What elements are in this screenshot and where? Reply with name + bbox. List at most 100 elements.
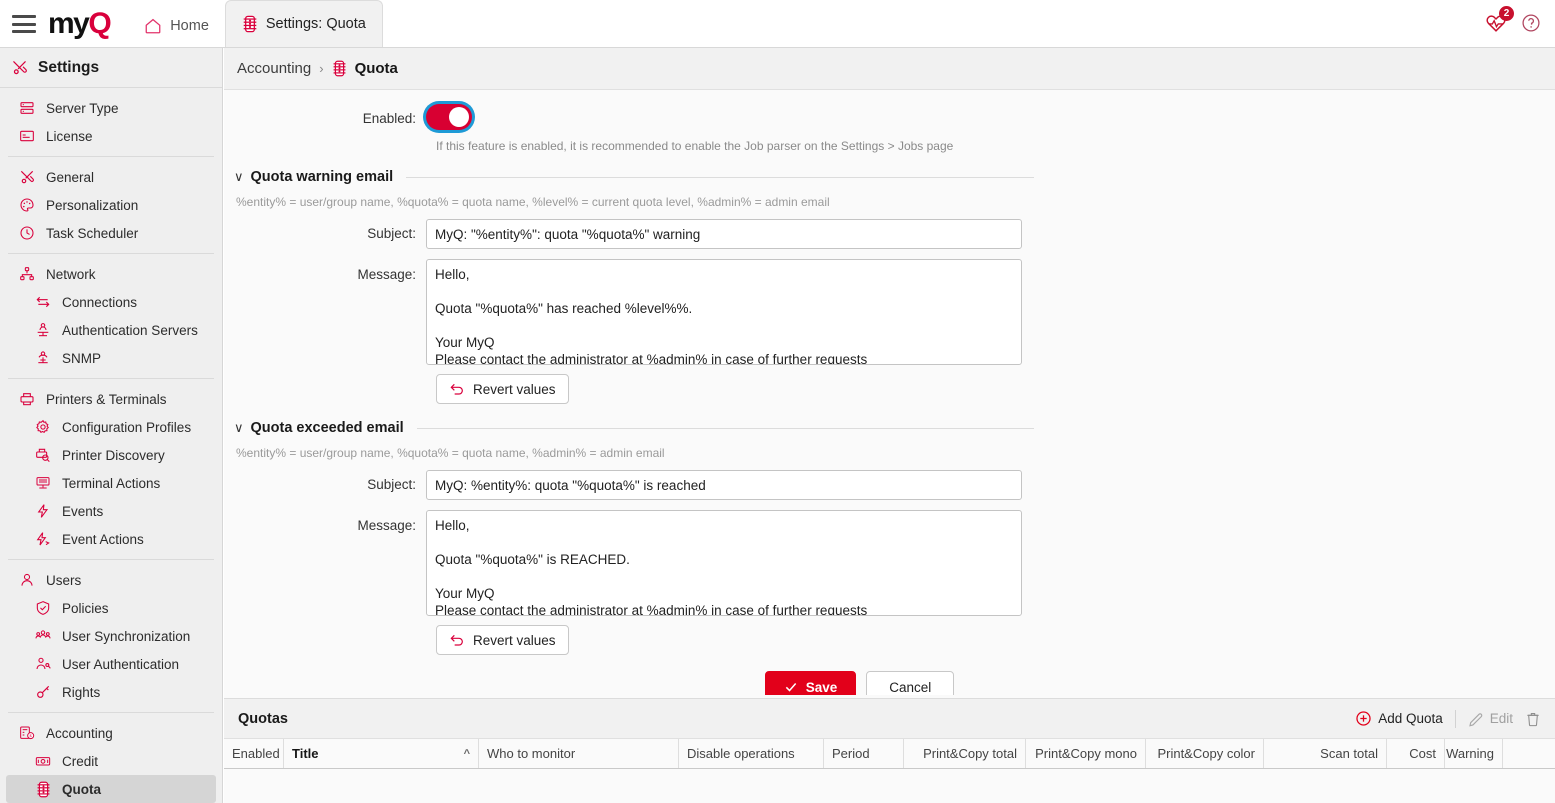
help-button[interactable]: [1521, 13, 1541, 33]
column-header-who-to-monitor[interactable]: Who to monitor: [479, 739, 679, 768]
section-header-quota-exceeded-email[interactable]: ∨ Quota exceeded email: [234, 420, 1034, 436]
snmp-icon: [34, 349, 52, 367]
tab-settings-quota[interactable]: Settings: Quota: [225, 0, 383, 47]
sidebar-item-accounting[interactable]: $ Accounting: [6, 719, 216, 747]
enabled-row: Enabled:: [224, 104, 1555, 134]
enabled-toggle[interactable]: [426, 104, 472, 130]
sidebar-item-personalization[interactable]: Personalization: [6, 191, 216, 219]
sidebar-item-label: Network: [46, 267, 96, 282]
gear-icon: [34, 418, 52, 436]
sidebar-item-authentication-servers[interactable]: Authentication Servers: [6, 316, 216, 344]
users-sync-icon: [34, 627, 52, 645]
clock-icon: [18, 224, 36, 242]
sidebar-item-label: Task Scheduler: [46, 226, 138, 241]
sidebar-group-server: Server Type License: [0, 88, 222, 156]
bolt-icon: [34, 502, 52, 520]
printer-icon: [18, 390, 36, 408]
toolbar-divider: [1455, 710, 1456, 728]
add-quota-label: Add Quota: [1378, 711, 1443, 726]
sidebar-item-label: Quota: [62, 782, 101, 797]
column-label: Print&Copy color: [1157, 746, 1255, 761]
column-header-print-copy-total[interactable]: Print&Copy total: [904, 739, 1026, 768]
column-header-scan-total[interactable]: Scan total: [1264, 739, 1387, 768]
exceeded-subject-input[interactable]: [426, 470, 1022, 500]
sidebar-item-event-actions[interactable]: Event Actions: [6, 525, 216, 553]
column-header-disable-operations[interactable]: Disable operations: [679, 739, 824, 768]
top-right-actions: 2: [1485, 12, 1541, 34]
traffic-light-icon: [332, 60, 347, 77]
sidebar-item-label: Events: [62, 504, 103, 519]
edit-quota-label: Edit: [1490, 711, 1513, 726]
section-title: Quota exceeded email: [251, 420, 404, 436]
sidebar-item-events[interactable]: Events: [6, 497, 216, 525]
sidebar-item-users[interactable]: Users: [6, 566, 216, 594]
top-bar: myQ Home: [0, 0, 1555, 48]
tools-icon: [10, 59, 28, 77]
quotas-panel: Quotas Add Quota: [224, 698, 1555, 803]
sidebar-item-server-type[interactable]: Server Type: [6, 94, 216, 122]
sidebar-item-user-synchronization[interactable]: User Synchronization: [6, 622, 216, 650]
breadcrumb-parent[interactable]: Accounting: [237, 60, 311, 77]
sidebar-item-credit[interactable]: Credit: [6, 747, 216, 775]
sidebar-item-connections[interactable]: Connections: [6, 288, 216, 316]
column-header-print-copy-mono[interactable]: Print&Copy mono: [1026, 739, 1146, 768]
question-circle-icon: [1521, 13, 1541, 33]
breadcrumb: Accounting › Quota: [224, 48, 1555, 90]
sidebar-item-label: User Authentication: [62, 657, 179, 672]
health-check-button[interactable]: 2: [1485, 12, 1507, 34]
enabled-hint: If this feature is enabled, it is recomm…: [436, 139, 1555, 153]
column-label: Enabled: [232, 746, 280, 761]
sidebar-item-task-scheduler[interactable]: Task Scheduler: [6, 219, 216, 247]
tab-home[interactable]: Home: [128, 5, 225, 47]
column-header-warning[interactable]: Warning: [1445, 739, 1503, 768]
sidebar-item-general[interactable]: General: [6, 163, 216, 191]
sidebar-item-label: License: [46, 129, 93, 144]
warning-revert-values-button[interactable]: Revert values: [436, 374, 569, 404]
column-header-period[interactable]: Period: [824, 739, 904, 768]
tab-settings-quota-label: Settings: Quota: [266, 16, 366, 32]
arrows-exchange-icon: [34, 293, 52, 311]
column-header-cost[interactable]: Cost: [1387, 739, 1445, 768]
toggle-knob: [449, 107, 469, 127]
sidebar-item-network[interactable]: Network: [6, 260, 216, 288]
cancel-label: Cancel: [889, 680, 931, 695]
warning-subject-label: Subject:: [224, 219, 426, 249]
warning-message-textarea[interactable]: Hello, Quota "%quota%" has reached %leve…: [426, 259, 1022, 365]
edit-quota-button[interactable]: Edit: [1468, 711, 1513, 727]
save-button[interactable]: Save: [765, 671, 857, 695]
quotas-toolbar-actions: Add Quota Edit: [1355, 710, 1541, 728]
section-header-quota-warning-email[interactable]: ∨ Quota warning email: [234, 169, 1034, 185]
server-icon: [18, 99, 36, 117]
sidebar-item-policies[interactable]: Policies: [6, 594, 216, 622]
bolt-arrow-icon: [34, 530, 52, 548]
warning-subject-input[interactable]: [426, 219, 1022, 249]
column-label: Scan total: [1320, 746, 1378, 761]
sidebar-item-license[interactable]: License: [6, 122, 216, 150]
sidebar-item-quota[interactable]: Quota: [6, 775, 216, 803]
sidebar-item-printers-terminals[interactable]: Printers & Terminals: [6, 385, 216, 413]
health-badge-count: 2: [1499, 6, 1514, 21]
exceeded-message-textarea[interactable]: Hello, Quota "%quota%" is REACHED. Your …: [426, 510, 1022, 616]
logo-text-q: Q: [88, 7, 110, 40]
hamburger-icon[interactable]: [12, 15, 36, 33]
sidebar-item-configuration-profiles[interactable]: Configuration Profiles: [6, 413, 216, 441]
sidebar-item-label: Accounting: [46, 726, 113, 741]
column-header-enabled[interactable]: Enabled: [224, 739, 284, 768]
sidebar-item-label: Event Actions: [62, 532, 144, 547]
sidebar-item-label: General: [46, 170, 94, 185]
sidebar-item-user-authentication[interactable]: User Authentication: [6, 650, 216, 678]
column-header-print-copy-color[interactable]: Print&Copy color: [1146, 739, 1264, 768]
sidebar-item-printer-discovery[interactable]: Printer Discovery: [6, 441, 216, 469]
sidebar-item-rights[interactable]: Rights: [6, 678, 216, 706]
exceeded-revert-values-button[interactable]: Revert values: [436, 625, 569, 655]
column-header-title[interactable]: Title ^: [284, 739, 479, 768]
delete-quota-button[interactable]: [1525, 711, 1541, 727]
sidebar-item-label: Configuration Profiles: [62, 420, 191, 435]
add-quota-button[interactable]: Add Quota: [1355, 710, 1443, 727]
myq-logo[interactable]: myQ: [48, 9, 110, 39]
sidebar-item-terminal-actions[interactable]: Terminal Actions: [6, 469, 216, 497]
sidebar-item-snmp[interactable]: SNMP: [6, 344, 216, 372]
sidebar-group-printers: Printers & Terminals Configuration Profi…: [0, 379, 222, 559]
cancel-button[interactable]: Cancel: [866, 671, 954, 695]
sidebar-item-label: Credit: [62, 754, 98, 769]
